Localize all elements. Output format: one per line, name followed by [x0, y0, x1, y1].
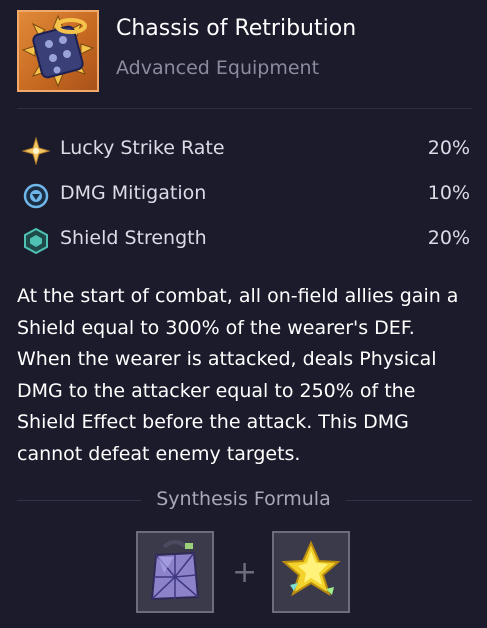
mitigation-icon: [23, 183, 49, 209]
item-header: Chassis of Retribution Advanced Equipmen…: [17, 10, 472, 92]
synthesis-title: Synthesis Formula: [156, 488, 331, 510]
yellow-star-icon: [281, 540, 341, 597]
item-title: Chassis of Retribution: [116, 16, 357, 41]
item-description: At the start of combat, all on-field all…: [17, 285, 459, 465]
stat-label: Shield Strength: [60, 227, 207, 249]
stat-value: 20%: [427, 137, 470, 159]
stat-label: DMG Mitigation: [60, 182, 207, 204]
stat-value: 20%: [427, 227, 470, 249]
item-subtitle: Advanced Equipment: [116, 57, 320, 79]
spiked-chassis-icon: [17, 10, 99, 92]
stat-lucky-strike-rate: Lucky Strike Rate 20%: [22, 135, 472, 165]
shield-hex-icon: [24, 227, 48, 255]
synthesis-plus: +: [232, 555, 258, 590]
stat-label: Lucky Strike Rate: [60, 137, 225, 159]
synthesis-divider-right: [346, 500, 472, 501]
purple-backpack-icon: [150, 540, 200, 601]
stat-value: 10%: [427, 182, 470, 204]
stat-dmg-mitigation: DMG Mitigation 10%: [22, 180, 472, 210]
stat-shield-strength: Shield Strength 20%: [22, 225, 472, 255]
header-divider: [17, 108, 472, 109]
synthesis-material-1[interactable]: [136, 531, 214, 613]
synthesis-material-2[interactable]: [272, 531, 350, 613]
lucky-star-icon: [22, 137, 50, 165]
